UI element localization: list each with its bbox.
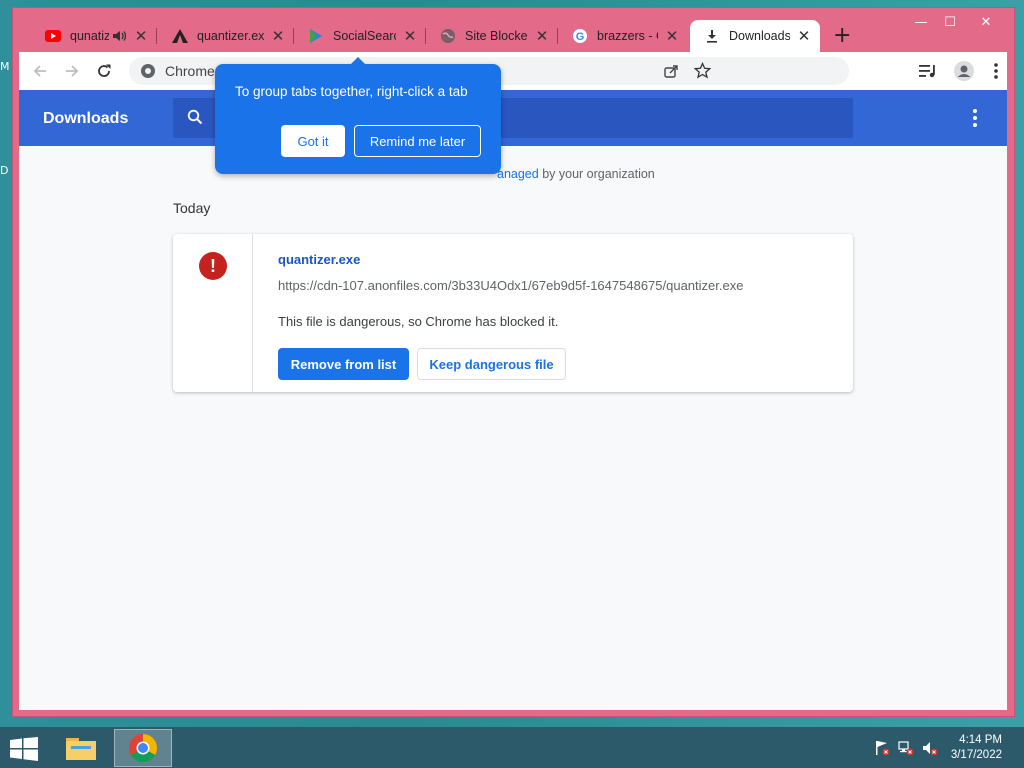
promo-text: To group tabs together, right-click a ta…	[235, 84, 468, 99]
share-icon[interactable]	[663, 63, 679, 82]
tab-quantizer[interactable]: quantizer.exe ✕	[158, 20, 294, 52]
windows-start-icon[interactable]	[10, 737, 38, 761]
tab-google-search[interactable]: G brazzers - Go ✕	[558, 20, 688, 52]
tab-title: SocialSearch	[333, 29, 396, 43]
downloads-page: Downloads anaged by your organization To…	[19, 90, 1007, 710]
tab-close-icon[interactable]: ✕	[270, 28, 286, 44]
downloads-menu-icon[interactable]	[973, 109, 977, 127]
file-name-link[interactable]: quantizer.exe	[278, 252, 360, 267]
chrome-window: qunatizer ✕ quantizer.exe ✕ SocialSearch…	[12, 7, 1015, 717]
action-center-flag-icon[interactable]	[874, 740, 890, 756]
new-tab-button[interactable]: +	[833, 25, 851, 47]
search-icon	[187, 109, 203, 125]
tab-title: qunatizer	[70, 29, 109, 43]
tab-close-icon[interactable]: ✕	[534, 28, 550, 44]
site-icon	[172, 28, 188, 44]
reload-icon	[98, 64, 111, 77]
taskbar: 4:14 PM 3/17/2022	[0, 727, 1024, 768]
date-section-label: Today	[173, 200, 211, 216]
download-item: ! quantizer.exe https://cdn-107.anonfile…	[173, 234, 853, 392]
minimize-button[interactable]: —	[906, 12, 936, 34]
danger-warning-text: This file is dangerous, so Chrome has bl…	[278, 314, 559, 329]
tab-close-icon[interactable]: ✕	[402, 28, 418, 44]
profile-avatar[interactable]	[953, 60, 975, 82]
forward-arrow-icon	[66, 65, 79, 77]
tab-group-promo-bubble: To group tabs together, right-click a ta…	[215, 57, 501, 174]
socialsearch-icon	[308, 28, 324, 44]
tab-title: brazzers - Go	[597, 29, 658, 43]
downloads-header: Downloads	[19, 90, 1007, 146]
danger-icon: !	[199, 252, 227, 280]
managed-notice: anaged by your organization	[497, 167, 655, 181]
bookmark-star-icon[interactable]	[693, 61, 712, 82]
globe-icon	[440, 28, 456, 44]
tab-title: quantizer.exe	[197, 29, 264, 43]
forward-button[interactable]	[61, 60, 83, 82]
youtube-icon	[45, 28, 61, 44]
file-url[interactable]: https://cdn-107.anonfiles.com/3b33U4Odx1…	[278, 278, 743, 293]
tab-title: Site Blocked	[465, 29, 528, 43]
file-explorer-taskbar-button[interactable]	[52, 729, 110, 767]
maximize-button[interactable]: ☐	[935, 12, 965, 34]
chrome-page-icon	[141, 64, 155, 78]
download-icon	[704, 28, 720, 44]
tab-close-icon[interactable]: ✕	[133, 28, 149, 44]
tab-youtube[interactable]: qunatizer ✕	[31, 20, 157, 52]
desktop-edge-text: M	[0, 60, 10, 73]
tab-site-blocked[interactable]: Site Blocked ✕	[426, 20, 558, 52]
folder-icon	[66, 738, 96, 760]
browser-toolbar: Chrome	[19, 52, 1007, 90]
address-bar-text: Chrome	[165, 63, 215, 79]
tab-downloads[interactable]: Downloads ✕	[690, 20, 820, 52]
close-window-button[interactable]: ✕	[971, 12, 1001, 34]
tab-separator	[156, 28, 157, 44]
got-it-button[interactable]: Got it	[281, 125, 345, 157]
profile-icon	[954, 61, 974, 81]
clock-date: 3/17/2022	[950, 749, 1002, 761]
tab-strip: qunatizer ✕ quantizer.exe ✕ SocialSearch…	[13, 8, 1014, 52]
back-button[interactable]	[29, 60, 51, 82]
tab-title: Downloads	[729, 29, 790, 43]
audio-playing-icon[interactable]	[113, 28, 127, 44]
tab-socialsearch[interactable]: SocialSearch ✕	[294, 20, 426, 52]
network-icon[interactable]	[898, 740, 914, 756]
tab-close-icon[interactable]: ✕	[664, 28, 680, 44]
media-control-icon[interactable]	[917, 60, 939, 82]
keep-dangerous-file-button[interactable]: Keep dangerous file	[417, 348, 566, 380]
page-title: Downloads	[43, 110, 129, 127]
reload-button[interactable]	[93, 60, 115, 82]
system-clock[interactable]: 4:14 PM 3/17/2022	[951, 733, 1002, 763]
chrome-taskbar-button[interactable]	[114, 729, 172, 767]
back-arrow-icon	[33, 65, 46, 77]
desktop-edge-text: D	[0, 164, 9, 177]
clock-time: 4:14 PM	[959, 734, 1002, 746]
download-icon-column: !	[173, 234, 253, 392]
remind-me-later-button[interactable]: Remind me later	[354, 125, 481, 157]
chrome-menu-icon[interactable]	[985, 60, 1007, 82]
remove-from-list-button[interactable]: Remove from list	[278, 348, 409, 380]
managed-suffix: by your organization	[538, 167, 655, 181]
managed-link[interactable]: anaged	[497, 167, 539, 181]
volume-muted-icon[interactable]	[922, 740, 938, 756]
tab-close-icon[interactable]: ✕	[796, 28, 812, 44]
svg-text:G: G	[576, 31, 585, 43]
chrome-icon	[129, 734, 157, 762]
google-icon: G	[572, 28, 588, 44]
